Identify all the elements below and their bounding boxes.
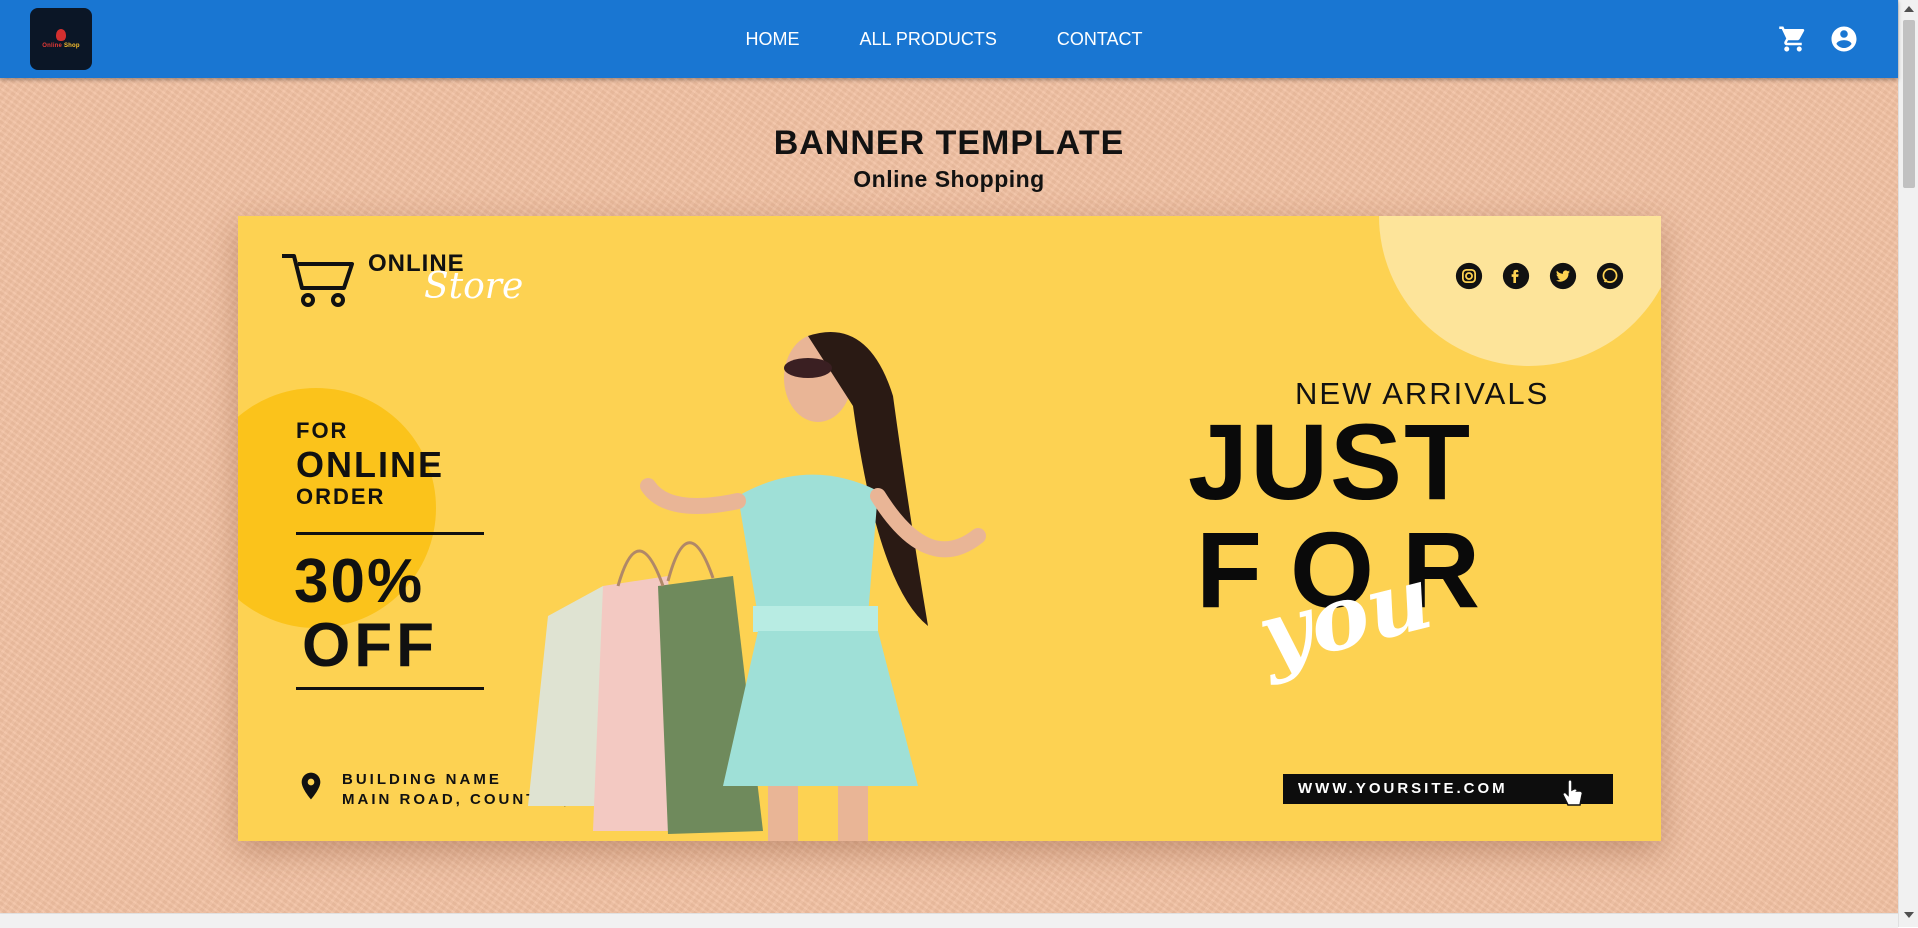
pointer-hand-icon bbox=[1562, 779, 1584, 806]
scroll-up-arrow-icon[interactable] bbox=[1904, 6, 1914, 12]
divider-top bbox=[296, 532, 484, 535]
decorative-circle-right bbox=[1379, 216, 1661, 366]
account-circle-icon bbox=[1831, 26, 1857, 52]
website-url-label: WWW.YOURSITE.COM bbox=[1298, 780, 1508, 797]
nav-contact-link[interactable]: CONTACT bbox=[1027, 21, 1173, 58]
discount-off-label: OFF bbox=[302, 611, 438, 680]
nav-all-products-link[interactable]: ALL PRODUCTS bbox=[829, 21, 1026, 58]
headline-just: JUST bbox=[1188, 401, 1473, 522]
nav-links: HOME ALL PRODUCTS CONTACT bbox=[0, 0, 1898, 78]
nav-home-link[interactable]: HOME bbox=[715, 21, 829, 58]
cart-button[interactable] bbox=[1778, 24, 1808, 54]
discount-percent: 30% bbox=[294, 547, 425, 616]
hero-section: BANNER TEMPLATE Online Shopping ONLINE S… bbox=[0, 78, 1898, 913]
location-pin-icon bbox=[301, 772, 321, 800]
model-with-shopping-bags-illustration bbox=[528, 332, 986, 841]
promo-order-label: ORDER bbox=[296, 484, 386, 509]
hero-subtitle: Online Shopping bbox=[853, 166, 1045, 192]
divider-bottom bbox=[296, 687, 484, 690]
top-navbar: Online Shop HOME ALL PRODUCTS CONTACT bbox=[0, 0, 1898, 78]
shopping-cart-logo-icon bbox=[282, 254, 354, 307]
promo-for-label: FOR bbox=[296, 418, 349, 443]
twitter-icon bbox=[1549, 262, 1577, 290]
account-button[interactable] bbox=[1829, 24, 1859, 54]
whatsapp-icon bbox=[1596, 262, 1624, 290]
address-line-1: BUILDING NAME bbox=[342, 771, 502, 788]
scrollbar-thumb[interactable] bbox=[1903, 20, 1915, 188]
scroll-down-arrow-icon[interactable] bbox=[1904, 912, 1914, 918]
promo-banner-image: ONLINE Store FOR ONLINE ORDER 30% OFF BU… bbox=[238, 216, 1661, 841]
hero-title: BANNER TEMPLATE bbox=[773, 124, 1125, 162]
horizontal-scrollbar[interactable] bbox=[0, 913, 1898, 928]
instagram-icon bbox=[1455, 262, 1483, 290]
vertical-scrollbar[interactable] bbox=[1898, 0, 1918, 927]
cart-icon bbox=[1779, 26, 1805, 52]
facebook-icon bbox=[1502, 262, 1530, 290]
promo-online-label: ONLINE bbox=[296, 444, 445, 485]
